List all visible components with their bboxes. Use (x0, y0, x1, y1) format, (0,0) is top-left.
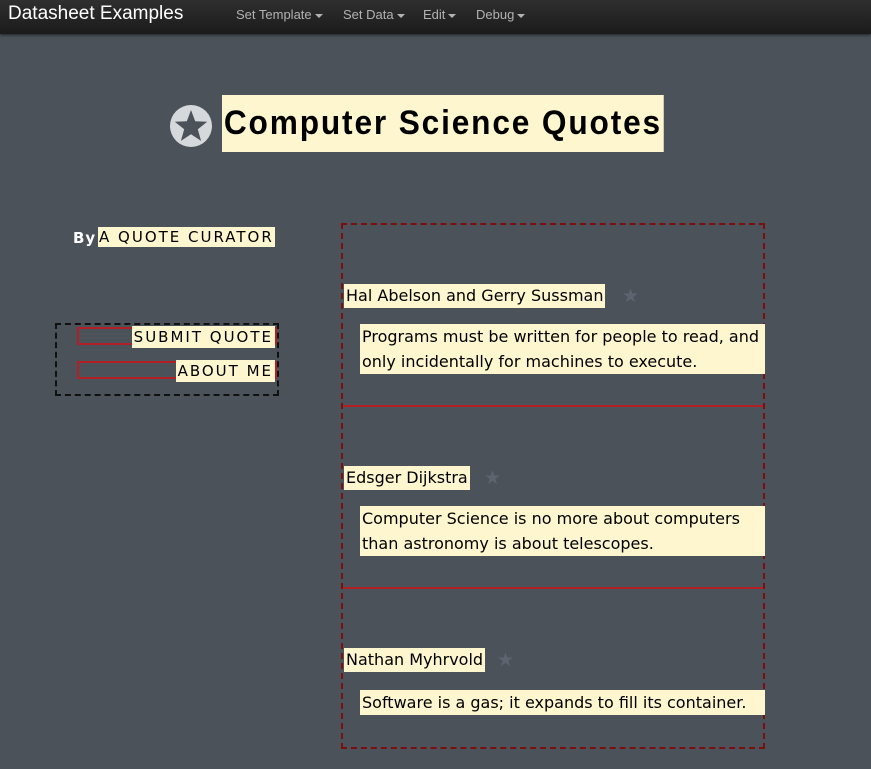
chevron-down-icon (517, 13, 526, 18)
star-icon[interactable]: ★ (497, 648, 514, 672)
star-icon[interactable]: ★ (484, 466, 501, 490)
menu-debug[interactable]: Debug (476, 7, 526, 22)
star-icon (170, 105, 212, 147)
about-me-row: ABOUT ME (77, 360, 277, 382)
menu-edit-label: Edit (423, 7, 446, 22)
quote-item: Edsger Dijkstra ★ Computer Science is no… (343, 407, 765, 589)
chevron-down-icon (314, 13, 323, 18)
quote-item: Hal Abelson and Gerry Sussman ★ Programs… (343, 225, 765, 407)
curator-name: A QUOTE CURATOR (98, 227, 275, 247)
about-me-button[interactable]: ABOUT ME (175, 360, 275, 382)
top-navbar: Datasheet Examples Set Template Set Data… (0, 0, 871, 34)
menu-set-template-label: Set Template (236, 7, 312, 22)
star-icon[interactable]: ★ (622, 284, 639, 308)
menu-edit[interactable]: Edit (423, 7, 457, 22)
menu-debug-label: Debug (476, 7, 515, 22)
quote-text: Software is a gas; it expands to fill it… (360, 690, 765, 715)
menu-set-data[interactable]: Set Data (343, 7, 405, 22)
chevron-down-icon (448, 13, 457, 18)
quote-list: Hal Abelson and Gerry Sussman ★ Programs… (341, 223, 765, 749)
quote-text: Computer Science is no more about comput… (360, 506, 765, 556)
quote-author: Nathan Myhrvold (344, 648, 486, 672)
menu-set-template[interactable]: Set Template (236, 7, 323, 22)
quote-author: Hal Abelson and Gerry Sussman (344, 284, 606, 308)
side-nav: SUBMIT QUOTE ABOUT ME (55, 323, 279, 396)
byline-label: By (73, 229, 97, 247)
app-brand[interactable]: Datasheet Examples (8, 3, 183, 25)
page-title: Computer Science Quotes (222, 95, 664, 152)
submit-quote-button[interactable]: SUBMIT QUOTE (131, 326, 275, 348)
quote-author: Edsger Dijkstra (344, 466, 470, 490)
menu-set-data-label: Set Data (343, 7, 394, 22)
submit-quote-row: SUBMIT QUOTE (77, 326, 277, 348)
quote-text: Programs must be written for people to r… (360, 324, 765, 374)
chevron-down-icon (396, 13, 405, 18)
quote-item: Nathan Myhrvold ★ Software is a gas; it … (343, 589, 765, 769)
